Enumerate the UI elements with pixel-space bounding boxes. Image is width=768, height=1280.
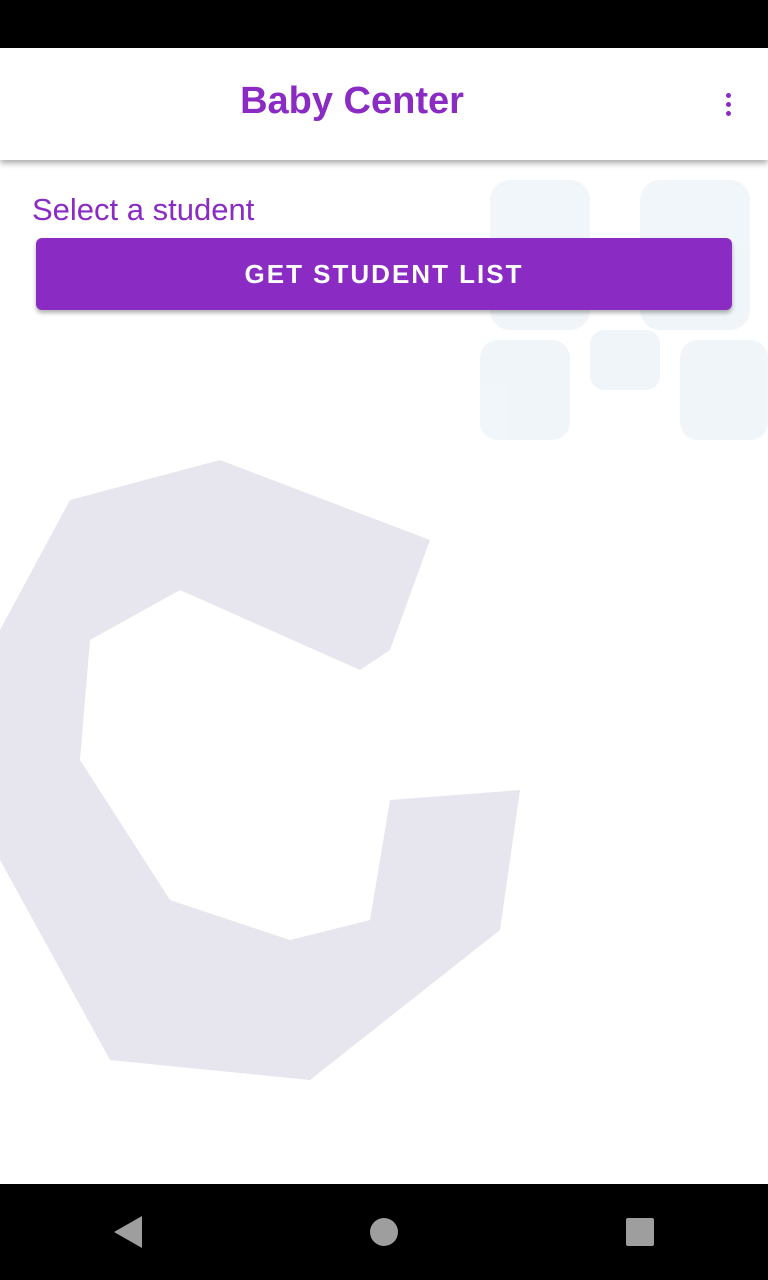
more-vert-icon[interactable]	[708, 80, 748, 128]
app-title: Baby Center	[240, 80, 464, 122]
home-circle-icon[interactable]	[344, 1192, 424, 1272]
background-watermark-image	[480, 180, 768, 440]
status-bar	[0, 0, 768, 48]
menu-dot	[725, 110, 731, 116]
select-student-label: Select a student	[32, 192, 255, 227]
app-bar: Baby Center	[0, 48, 768, 160]
menu-dot	[725, 92, 731, 98]
main-content: Select a student GET STUDENT LIST	[0, 160, 768, 1184]
app-screen: Baby Center Select a student GET STUDENT…	[0, 0, 768, 1280]
background-logo-c-watermark	[0, 460, 520, 1080]
system-navigation-bar	[0, 1184, 768, 1280]
back-triangle-icon[interactable]	[88, 1192, 168, 1272]
home-icon-glyph	[370, 1218, 398, 1246]
menu-dot	[725, 101, 731, 107]
recents-icon-glyph	[626, 1218, 654, 1246]
recents-square-icon[interactable]	[600, 1192, 680, 1272]
get-student-list-button[interactable]: GET STUDENT LIST	[36, 238, 732, 310]
back-icon-glyph	[114, 1216, 142, 1248]
